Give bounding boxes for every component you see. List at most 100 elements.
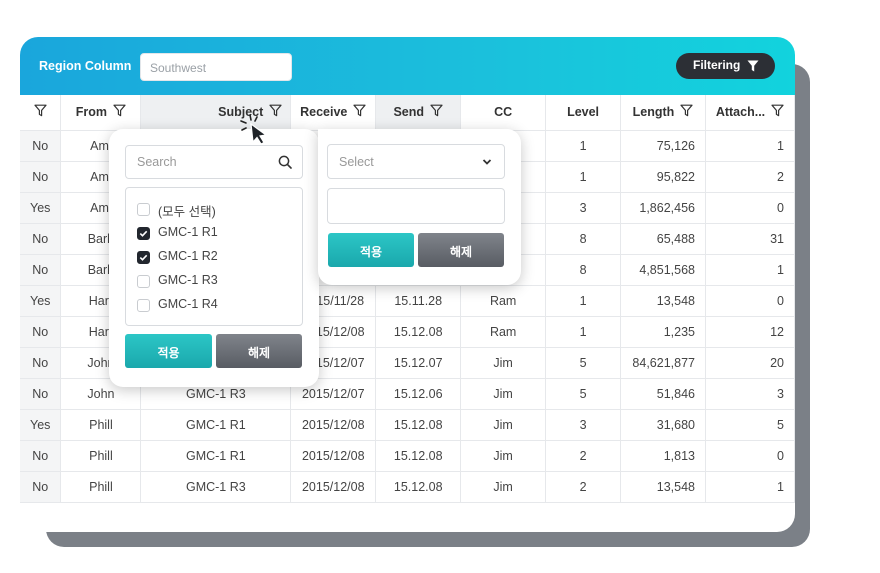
cell-flag: Yes <box>20 409 62 441</box>
column-header-level[interactable]: Level <box>545 95 622 131</box>
cell-receive: 2015/12/08 <box>290 409 377 441</box>
column-label-level: Level <box>567 105 600 120</box>
cell-length: 95,822 <box>620 161 706 193</box>
condition-clear-button[interactable]: 해제 <box>418 233 504 267</box>
cell-level: 2 <box>545 471 622 503</box>
cell-length: 51,846 <box>620 378 706 410</box>
column-label-receive: Receive <box>300 104 348 119</box>
filtering-button[interactable]: Filtering <box>676 53 775 79</box>
funnel-outline-icon[interactable] <box>34 104 47 120</box>
cell-attach: 5 <box>705 409 795 441</box>
checklist-item-label: GMC-1 R3 <box>158 273 218 287</box>
cell-cc: Jim <box>460 378 547 410</box>
cell-cc: Jim <box>460 471 547 503</box>
cell-length: 31,680 <box>620 409 706 441</box>
cell-level: 8 <box>545 254 622 286</box>
column-label-cc: CC <box>494 105 513 120</box>
cell-cc: Ram <box>460 316 547 348</box>
cell-length: 1,862,456 <box>620 192 706 224</box>
cell-length: 1,813 <box>620 440 706 472</box>
cell-from: Phill <box>60 409 142 441</box>
cell-level: 3 <box>545 192 622 224</box>
table-row[interactable]: No Phill GMC-1 R3 2015/12/08 15.12.08 Jim 2 13,… <box>20 471 795 503</box>
cell-attach: 31 <box>705 223 795 255</box>
column-header-receive[interactable]: Receive <box>290 95 377 131</box>
funnel-outline-icon[interactable] <box>771 104 784 120</box>
cell-attach: 3 <box>705 378 795 410</box>
condition-select-placeholder: Select <box>339 155 374 169</box>
cell-attach: 0 <box>705 285 795 317</box>
funnel-outline-icon[interactable] <box>353 104 366 120</box>
cell-subject: GMC-1 R1 <box>140 440 292 472</box>
cell-flag: No <box>20 378 62 410</box>
cell-attach: 1 <box>705 471 795 503</box>
cell-level: 5 <box>545 347 622 379</box>
cell-flag: No <box>20 471 62 503</box>
table-row[interactable]: Yes Phill GMC-1 R1 2015/12/08 15.12.08 Jim 3 31… <box>20 409 795 441</box>
cell-level: 3 <box>545 409 622 441</box>
condition-filter-popup: Select 적용 해제 <box>318 129 521 285</box>
header-row: From Subject Receive Send CC Level Length Attac… <box>20 95 795 131</box>
funnel-outline-icon[interactable] <box>113 104 126 120</box>
cell-attach: 2 <box>705 161 795 193</box>
cell-flag: No <box>20 316 62 348</box>
cell-cc: Ram <box>460 285 547 317</box>
column-header-length[interactable]: Length <box>620 95 706 131</box>
filter-search-input[interactable]: Search <box>125 145 303 179</box>
cell-length: 13,548 <box>620 471 706 503</box>
click-pointer-icon <box>240 114 268 145</box>
subject-apply-button[interactable]: 적용 <box>125 334 212 368</box>
region-input[interactable]: Southwest <box>140 53 292 81</box>
cell-attach: 12 <box>705 316 795 348</box>
cell-length: 75,126 <box>620 130 706 162</box>
funnel-outline-icon[interactable] <box>680 104 693 120</box>
subject-clear-button[interactable]: 해제 <box>216 334 302 368</box>
column-header-from[interactable]: From <box>60 95 142 131</box>
checkbox-unchecked-icon[interactable] <box>137 275 150 288</box>
table-row[interactable]: No Phill GMC-1 R1 2015/12/08 15.12.08 Jim 2 1,8… <box>20 440 795 472</box>
cell-attach: 0 <box>705 440 795 472</box>
cell-attach: 1 <box>705 254 795 286</box>
cell-length: 13,548 <box>620 285 706 317</box>
column-label-send: Send <box>393 104 424 119</box>
checkbox-checked-icon[interactable] <box>137 227 150 240</box>
cell-send: 15.11.28 <box>375 285 462 317</box>
cell-level: 1 <box>545 161 622 193</box>
checkbox-unchecked-icon[interactable] <box>137 203 150 216</box>
cell-attach: 0 <box>705 192 795 224</box>
checkbox-checked-icon[interactable] <box>137 251 150 264</box>
search-icon <box>278 155 292 169</box>
cell-flag: No <box>20 130 62 162</box>
cell-flag: Yes <box>20 192 62 224</box>
cell-flag: No <box>20 347 62 379</box>
region-column-label: Region Column <box>39 59 132 73</box>
checkbox-unchecked-icon[interactable] <box>137 299 150 312</box>
condition-select[interactable]: Select <box>327 144 505 179</box>
cell-from: Phill <box>60 440 142 472</box>
funnel-outline-icon[interactable] <box>430 104 443 120</box>
filtering-button-label: Filtering <box>693 58 741 72</box>
column-header-send[interactable]: Send <box>375 95 462 131</box>
condition-apply-button[interactable]: 적용 <box>328 233 414 267</box>
cell-level: 2 <box>545 440 622 472</box>
cell-level: 5 <box>545 378 622 410</box>
column-header-cc[interactable]: CC <box>460 95 547 131</box>
cell-flag: No <box>20 440 62 472</box>
column-header-flag[interactable] <box>20 95 62 131</box>
cell-length: 4,851,568 <box>620 254 706 286</box>
cell-send: 15.12.07 <box>375 347 462 379</box>
cell-receive: 2015/12/08 <box>290 440 377 472</box>
cell-attach: 20 <box>705 347 795 379</box>
toolbar: Region Column Southwest Filtering <box>20 37 795 95</box>
cell-flag: No <box>20 223 62 255</box>
column-header-attach[interactable]: Attach... <box>705 95 795 131</box>
condition-value-input[interactable] <box>327 188 505 224</box>
cell-level: 8 <box>545 223 622 255</box>
cell-subject: GMC-1 R1 <box>140 409 292 441</box>
cell-send: 15.12.08 <box>375 409 462 441</box>
cell-level: 1 <box>545 130 622 162</box>
cell-level: 1 <box>545 285 622 317</box>
cell-subject: GMC-1 R3 <box>140 471 292 503</box>
cell-send: 15.12.08 <box>375 440 462 472</box>
column-label-length: Length <box>632 104 675 119</box>
